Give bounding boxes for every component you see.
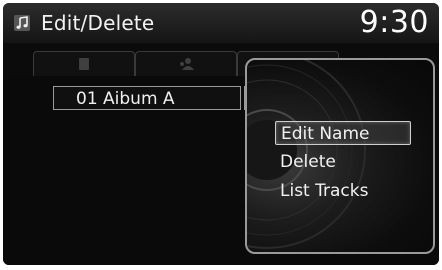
- screen-frame: Edit/Delete 9:30 01 Aibum A Edit Name De…: [3, 3, 439, 265]
- page-title: Edit/Delete: [41, 11, 155, 35]
- artist-icon: [178, 56, 194, 75]
- list-item[interactable]: 01 Aibum A: [53, 86, 241, 110]
- tab-album[interactable]: [33, 51, 135, 76]
- edit-name-button[interactable]: Edit Name: [275, 121, 411, 145]
- album-icon: [78, 56, 90, 75]
- tab-artist[interactable]: [135, 51, 237, 76]
- list-tracks-button[interactable]: List Tracks: [275, 179, 411, 203]
- edit-menu-popup: Edit Name Delete List Tracks: [245, 58, 435, 254]
- clock: 9:30: [359, 5, 429, 40]
- header-bar: Edit/Delete 9:30: [3, 3, 439, 43]
- music-note-icon: [13, 14, 31, 32]
- delete-button[interactable]: Delete: [275, 150, 411, 174]
